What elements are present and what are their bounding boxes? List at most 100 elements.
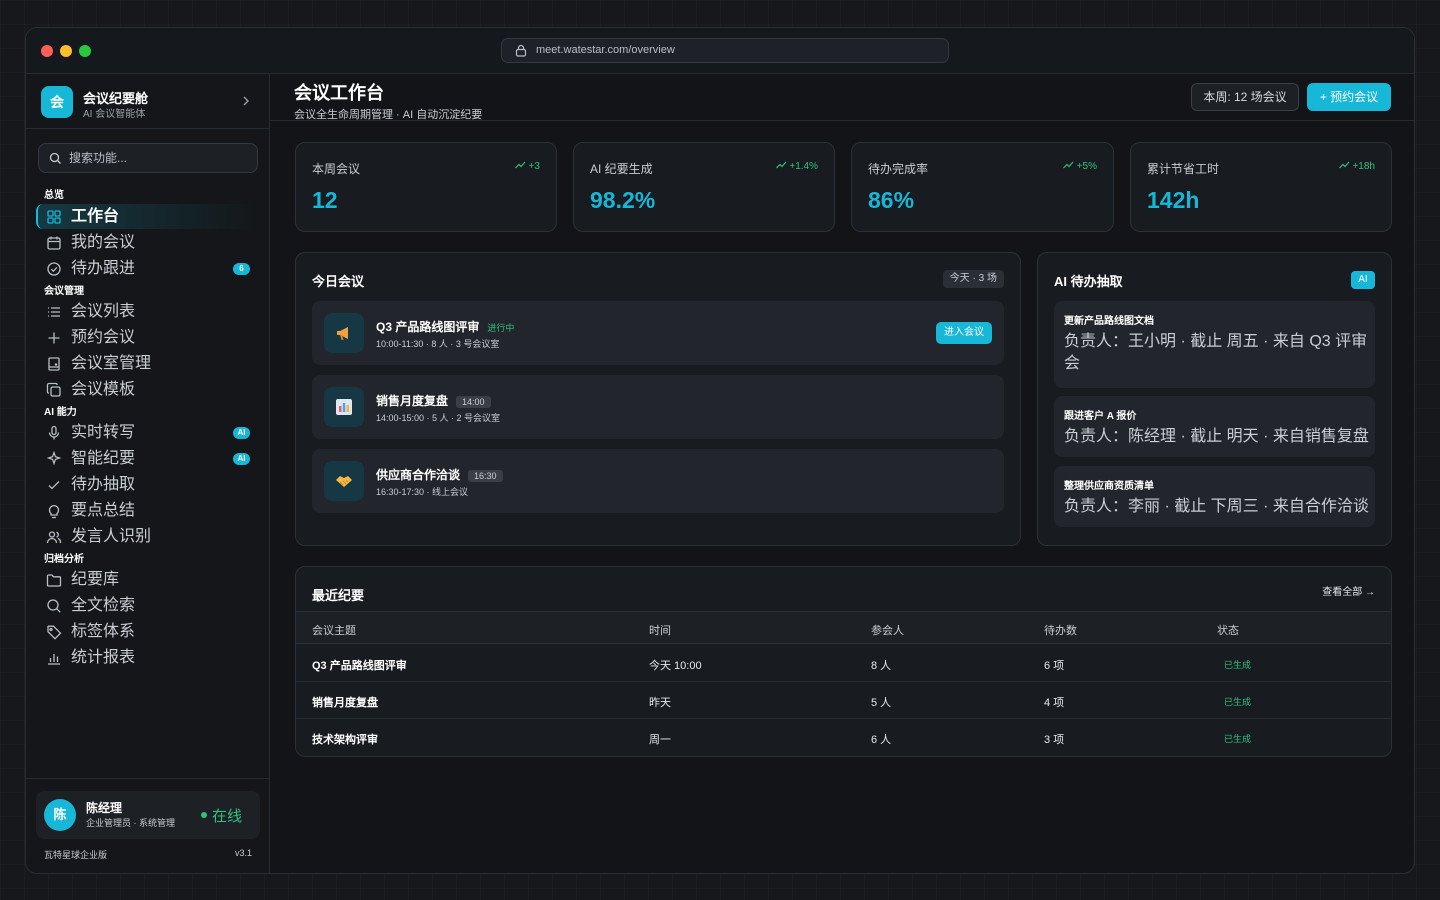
nav-label: 智能纪要: [71, 450, 136, 467]
nav-todo-extract[interactable]: 待办抽取: [36, 472, 260, 497]
cell-todos: 4 项: [1044, 697, 1065, 709]
nav-label: 会议室管理: [71, 355, 152, 372]
nav-workbench[interactable]: 工作台: [36, 204, 260, 229]
online-status: 在线: [201, 805, 242, 826]
todo-item[interactable]: 更新产品路线图文档 负责人：王小明 · 截止 周五 · 来自 Q3 评审会: [1054, 301, 1375, 388]
address-bar[interactable]: meet.watestar.com/overview: [501, 38, 949, 63]
stat-value: 86%: [868, 187, 915, 213]
folder-icon: [46, 574, 62, 587]
column-header[interactable]: 待办数: [1044, 622, 1077, 638]
cell-attendees: 5 人: [871, 697, 892, 709]
column-header[interactable]: 时间: [649, 622, 671, 638]
meeting-item[interactable]: Q3 产品路线图评审 进行中 10:00-11:30 · 8 人 · 3 号会议室…: [312, 301, 1004, 365]
cell-time: 周一: [649, 734, 671, 746]
nav-transcription[interactable]: 实时转写 AI: [36, 420, 260, 445]
status-dot: [201, 812, 207, 819]
cell-topic: Q3 产品路线图评审: [312, 660, 407, 672]
bar-chart-icon: [48, 654, 60, 665]
edition-label: 瓦特星球企业版: [44, 850, 108, 860]
nav-minutes-library[interactable]: 纪要库: [36, 567, 260, 592]
ai-badge: AI: [1351, 271, 1375, 289]
nav-followups[interactable]: 待办跟进 6: [36, 256, 260, 281]
user-card[interactable]: 陈 陈经理 企业管理员 · 系统管理 在线: [36, 791, 260, 839]
ai-badge: AI: [233, 427, 250, 439]
meeting-title: 销售月度复盘 14:00: [376, 392, 491, 409]
sidebar: 会 会议纪要舱 AI 会议智能体 总览 工作台 我的会议 待办跟进 6 会议管理…: [26, 74, 270, 873]
week-summary-button[interactable]: 本周: 12 场会议: [1191, 83, 1299, 111]
search-box[interactable]: [38, 143, 258, 173]
stat-trend: +3: [514, 161, 540, 172]
nav-tags[interactable]: 标签体系: [36, 619, 260, 644]
search-input[interactable]: [69, 149, 249, 167]
nav-my-meetings[interactable]: 我的会议: [36, 230, 260, 255]
nav-book-meeting[interactable]: 预约会议: [36, 325, 260, 350]
brand-header[interactable]: 会 会议纪要舱 AI 会议智能体: [26, 74, 270, 129]
tag-icon: [47, 625, 62, 640]
status-badge: 已生成: [1224, 697, 1252, 707]
cell-attendees: 6 人: [871, 734, 892, 746]
stat-value: 12: [312, 187, 338, 213]
nav-meeting-list[interactable]: 会议列表: [36, 299, 260, 324]
todo-item[interactable]: 整理供应商资质清单 负责人：李丽 · 截止 下周三 · 来自合作洽谈: [1054, 466, 1375, 527]
maximize-window-button[interactable]: [79, 45, 91, 57]
chevron-right-icon[interactable]: [240, 95, 252, 107]
stat-value: 142h: [1147, 187, 1200, 213]
megaphone-icon: [324, 313, 364, 353]
version-label: v3.1: [234, 848, 252, 858]
cell-todos: 6 项: [1044, 660, 1065, 672]
book-meeting-button[interactable]: + 预约会议: [1307, 83, 1391, 111]
nav-label: 我的会议: [71, 234, 136, 251]
nav-speaker-id[interactable]: 发言人识别: [36, 524, 260, 549]
nav-templates[interactable]: 会议模板: [36, 377, 260, 402]
table-row[interactable]: 销售月度复盘 昨天 5 人 4 项 已生成: [296, 682, 1391, 719]
lock-icon: [515, 44, 527, 57]
nav-fulltext-search[interactable]: 全文检索: [36, 593, 260, 618]
section-archive: 归档分析: [44, 554, 84, 565]
nav-rooms[interactable]: 会议室管理: [36, 351, 260, 376]
nav-label: 纪要库: [71, 571, 120, 588]
todo-title: 整理供应商资质清单: [1064, 481, 1154, 492]
today-meetings-panel: 今日会议 今天 · 3 场 Q3 产品路线图评审 进行中 10:00-11:30 …: [295, 252, 1021, 546]
meeting-meta: 16:30-17:30 · 线上会议: [376, 487, 469, 497]
minimize-window-button[interactable]: [60, 45, 72, 57]
stat-card-ai-minutes: AI 纪要生成 +1.4% 98.2%: [573, 142, 835, 232]
ai-todo-panel: AI 待办抽取 AI 更新产品路线图文档 负责人：王小明 · 截止 周五 · 来…: [1037, 252, 1392, 546]
panel-title: AI 待办抽取: [1054, 274, 1123, 289]
stat-trend: +5%: [1062, 161, 1097, 172]
column-header[interactable]: 状态: [1217, 622, 1239, 638]
close-window-button[interactable]: [41, 45, 53, 57]
stat-trend: +1.4%: [775, 161, 818, 172]
nav-key-summary[interactable]: 要点总结: [36, 498, 260, 523]
nav-label: 工作台: [71, 208, 120, 225]
check-circle-icon: [47, 262, 61, 276]
users-icon: [46, 531, 62, 544]
user-name: 陈经理: [86, 801, 123, 815]
panel-title: 今日会议: [312, 274, 365, 289]
nav-reports[interactable]: 统计报表: [36, 645, 260, 670]
view-all-link[interactable]: 查看全部 →: [1322, 583, 1375, 598]
todo-item[interactable]: 跟进客户 A 报价 负责人：陈经理 · 截止 明天 · 来自销售复盘: [1054, 396, 1375, 457]
meeting-item[interactable]: 销售月度复盘 14:00 14:00-15:00 · 5 人 · 2 号会议室: [312, 375, 1004, 439]
section-ai: AI 能力: [44, 407, 77, 418]
nav-label: 实时转写: [71, 424, 136, 441]
avatar: 陈: [44, 799, 76, 831]
stat-label: 本周会议: [312, 162, 361, 176]
section-overview: 总览: [44, 190, 64, 201]
table-row[interactable]: Q3 产品路线图评审 今天 10:00 8 人 6 项 已生成: [296, 645, 1391, 682]
table-row[interactable]: 技术架构评审 周一 6 人 3 项 已生成: [296, 719, 1391, 756]
nav-label: 要点总结: [71, 502, 136, 519]
enter-meeting-button[interactable]: 进入会议: [936, 322, 992, 344]
bar-chart-icon: [324, 387, 364, 427]
status-badge: 已生成: [1224, 734, 1252, 744]
app-window: meet.watestar.com/overview 会 会议纪要舱 AI 会议…: [25, 27, 1415, 874]
meeting-meta: 10:00-11:30 · 8 人 · 3 号会议室: [376, 339, 500, 349]
stat-value: 98.2%: [590, 187, 656, 213]
column-header[interactable]: 参会人: [871, 622, 904, 638]
checkmark-icon: [48, 481, 60, 490]
meeting-item[interactable]: 供应商合作洽谈 16:30 16:30-17:30 · 线上会议: [312, 449, 1004, 513]
column-header[interactable]: 会议主题: [312, 622, 356, 638]
page-title: 会议工作台: [294, 83, 384, 103]
page-header: 会议工作台 会议全生命周期管理 · AI 自动沉淀纪要 本周: 12 场会议 +…: [270, 74, 1414, 121]
nav-label: 统计报表: [71, 649, 136, 666]
nav-smart-minutes[interactable]: 智能纪要 AI: [36, 446, 260, 471]
